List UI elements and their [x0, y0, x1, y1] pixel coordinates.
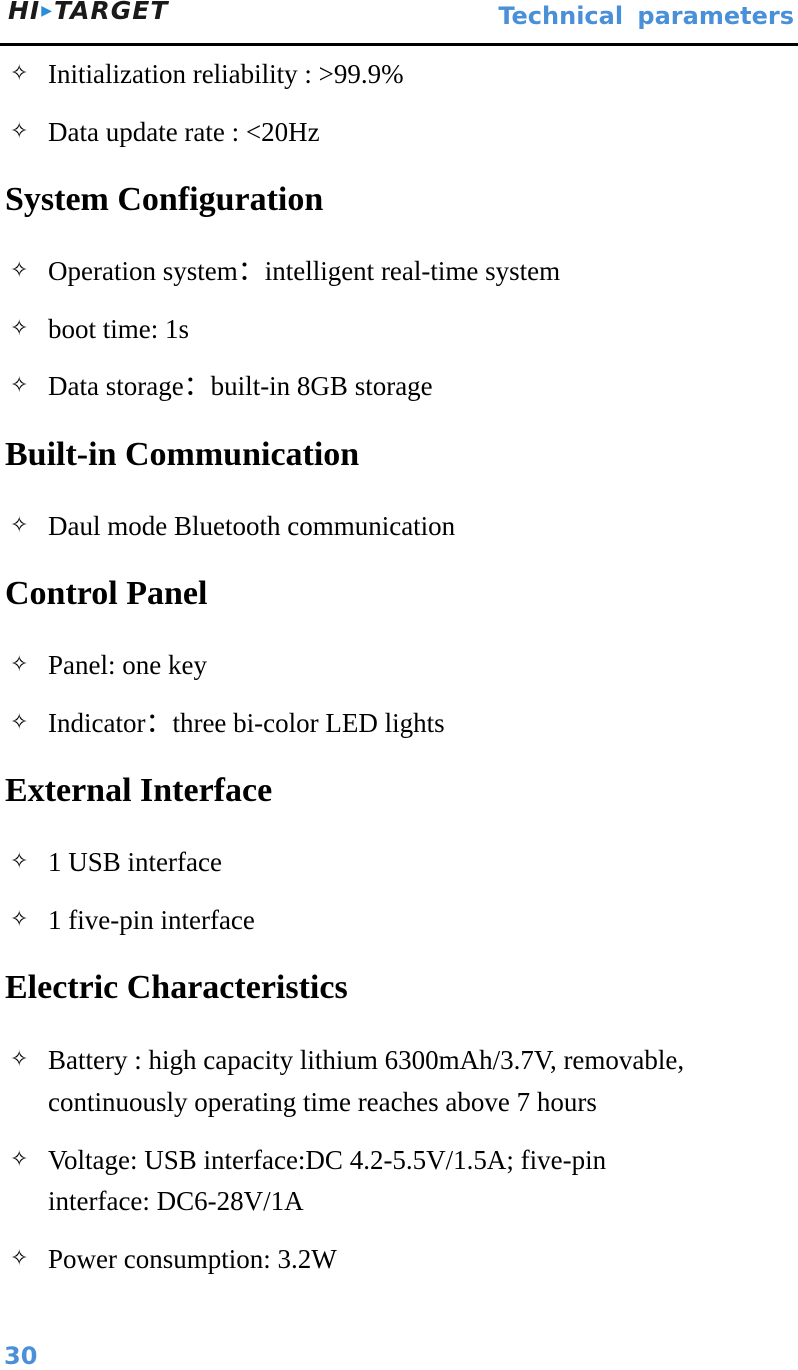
list-item-text: Daul mode Bluetooth communication [48, 511, 456, 541]
bullet-star-icon: ✧ [10, 710, 29, 735]
list-item-text: Panel: one key [48, 650, 207, 680]
logo-text-left: HI [8, 0, 41, 25]
bullet-star-icon: ✧ [10, 119, 29, 144]
header-title: Technical parameters [498, 2, 794, 30]
hi-target-logo: HI▶TARGET [8, 0, 168, 25]
list-item-text: 1 five-pin interface [48, 905, 255, 935]
section-heading-system-configuration: System Configuration [5, 181, 324, 218]
section-heading-built-in-communication: Built-in Communication [5, 436, 360, 473]
list-item-text: interface: DC6-28V/1A [48, 1186, 304, 1216]
list-item-text: Power consumption: 3.2W [48, 1244, 337, 1274]
header-divider [0, 43, 798, 46]
bullet-star-icon: ✧ [10, 907, 29, 932]
logo-triangle-icon: ▶ [41, 3, 54, 19]
list-item-text: Operation system：intelligent real-time s… [48, 256, 561, 286]
bullet-star-icon: ✧ [10, 1147, 29, 1172]
bullet-star-icon: ✧ [10, 373, 29, 398]
logo-text-right: TARGET [54, 0, 169, 25]
list-item-text: boot time: 1s [48, 314, 189, 344]
list-item-text: Data storage：built-in 8GB storage [48, 371, 433, 401]
list-item-text: Initialization reliability : >99.9% [48, 59, 404, 89]
section-heading-external-interface: External Interface [5, 772, 273, 809]
bullet-star-icon: ✧ [10, 849, 29, 874]
bullet-star-icon: ✧ [10, 61, 29, 86]
bullet-star-icon: ✧ [10, 316, 29, 341]
bullet-star-icon: ✧ [10, 1246, 29, 1271]
bullet-star-icon: ✧ [10, 258, 29, 283]
list-item-text: Indicator：three bi-color LED lights [48, 708, 445, 738]
list-item-text: Battery : high capacity lithium 6300mAh/… [48, 1045, 685, 1075]
section-heading-control-panel: Control Panel [5, 575, 208, 612]
list-item-text: Data update rate : <20Hz [48, 117, 320, 147]
page-header: HI▶TARGET Technical parameters [0, 0, 798, 46]
bullet-star-icon: ✧ [10, 513, 29, 538]
list-item-text: 1 USB interface [48, 847, 222, 877]
bullet-star-icon: ✧ [10, 1047, 29, 1072]
section-heading-electric-characteristics: Electric Characteristics [5, 969, 348, 1006]
bullet-star-icon: ✧ [10, 652, 29, 677]
list-item-text: Voltage: USB interface:DC 4.2-5.5V/1.5A;… [48, 1145, 607, 1175]
page-number: 30 [4, 1342, 38, 1370]
list-item-text: continuously operating time reaches abov… [48, 1087, 597, 1117]
